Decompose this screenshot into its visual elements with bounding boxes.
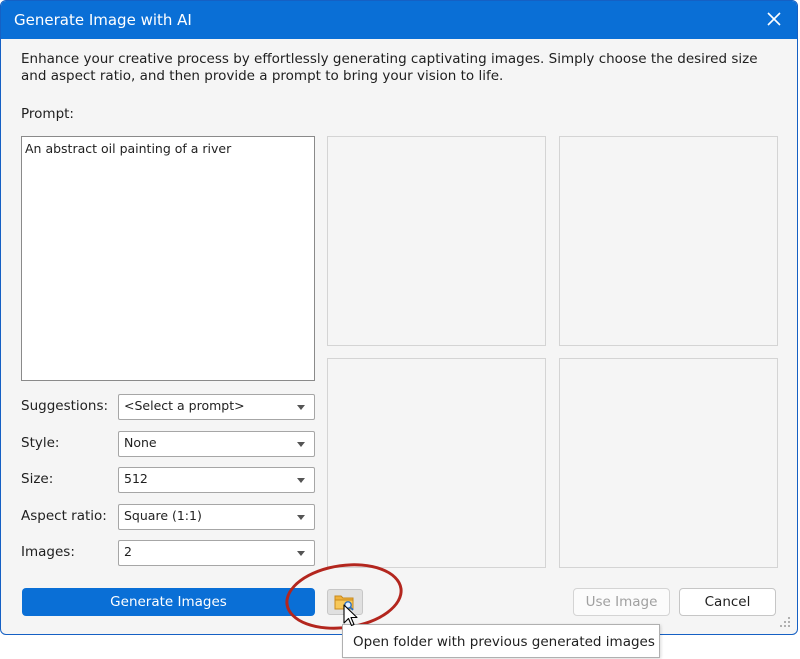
images-value: 2 xyxy=(124,544,132,559)
image-slot-1[interactable] xyxy=(327,136,546,346)
chevron-down-icon xyxy=(297,442,305,447)
dialog-window: Generate Image with AI Enhance your crea… xyxy=(0,0,798,635)
chevron-down-icon xyxy=(297,551,305,556)
chevron-down-icon xyxy=(297,478,305,483)
aspect-ratio-value: Square (1:1) xyxy=(124,508,202,523)
images-dropdown[interactable]: 2 xyxy=(118,540,315,566)
image-slot-3[interactable] xyxy=(327,358,546,568)
suggestions-dropdown[interactable]: <Select a prompt> xyxy=(118,394,315,420)
aspect-ratio-dropdown[interactable]: Square (1:1) xyxy=(118,504,315,530)
close-button[interactable] xyxy=(759,5,789,33)
images-label: Images: xyxy=(21,544,75,560)
mouse-pointer-icon xyxy=(343,604,358,627)
use-image-button[interactable]: Use Image xyxy=(573,588,670,616)
close-icon xyxy=(767,12,781,26)
resize-grip-icon[interactable] xyxy=(779,616,791,628)
window-title: Generate Image with AI xyxy=(14,11,192,29)
style-value: None xyxy=(124,435,157,450)
size-value: 512 xyxy=(124,471,148,486)
folder-tooltip: Open folder with previous generated imag… xyxy=(342,624,660,658)
dialog-description: Enhance your creative process by effortl… xyxy=(21,51,758,84)
image-slot-4[interactable] xyxy=(559,358,778,568)
chevron-down-icon xyxy=(297,405,305,410)
style-label: Style: xyxy=(21,435,60,451)
aspect-ratio-label: Aspect ratio: xyxy=(21,508,107,524)
chevron-down-icon xyxy=(297,515,305,520)
suggestions-label: Suggestions: xyxy=(21,398,109,414)
prompt-label: Prompt: xyxy=(21,106,74,122)
title-bar: Generate Image with AI xyxy=(1,1,797,39)
generate-images-button[interactable]: Generate Images xyxy=(22,588,315,616)
suggestions-value: <Select a prompt> xyxy=(124,398,245,413)
prompt-textarea[interactable]: An abstract oil painting of a river xyxy=(21,136,315,381)
cancel-button[interactable]: Cancel xyxy=(679,588,776,616)
style-dropdown[interactable]: None xyxy=(118,431,315,457)
size-dropdown[interactable]: 512 xyxy=(118,467,315,493)
size-label: Size: xyxy=(21,471,54,487)
image-slot-2[interactable] xyxy=(559,136,778,346)
